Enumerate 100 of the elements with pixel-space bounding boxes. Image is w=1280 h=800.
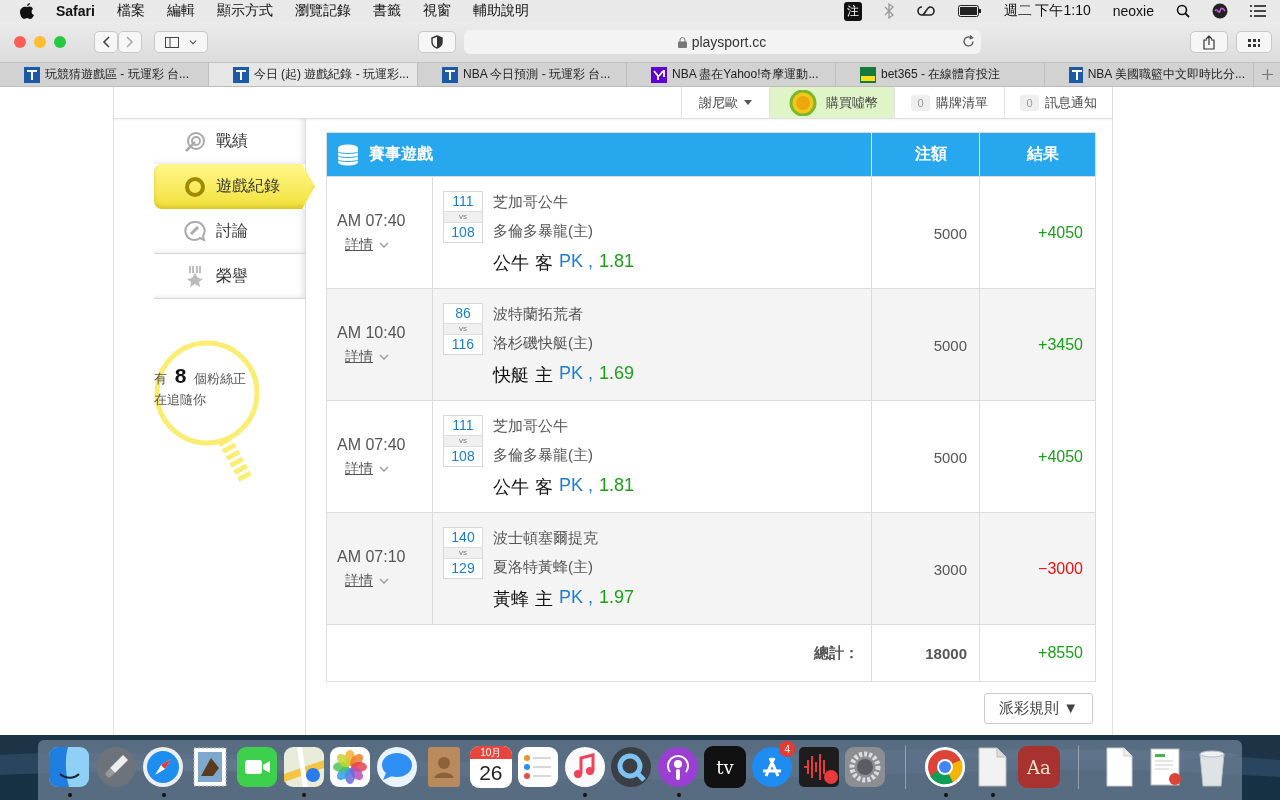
details-link[interactable]: 詳情 bbox=[345, 572, 389, 590]
tab-title: NBA 今日預測 - 玩運彩 台... bbox=[463, 66, 611, 83]
game-time: AM 07:40 bbox=[337, 212, 406, 230]
payout-rules-button[interactable]: 派彩規則 ▼ bbox=[984, 693, 1093, 724]
speech-bubble-icon[interactable] bbox=[376, 746, 419, 788]
pick-side: 客 bbox=[535, 476, 553, 499]
pick-line: PK , bbox=[559, 363, 593, 385]
tab-title: 今日 (起) 遊戲紀錄 - 玩運彩... bbox=[253, 66, 409, 83]
dictionary-button[interactable]: Aa bbox=[1017, 746, 1060, 788]
nav-link-label: 購牌清單 bbox=[935, 93, 988, 112]
menu-item[interactable]: 輔助說明 bbox=[472, 2, 529, 20]
app-store-icon[interactable] bbox=[750, 746, 793, 788]
menu-item[interactable]: 瀏覽記錄 bbox=[294, 2, 351, 20]
sidebar-item[interactable]: 榮譽 bbox=[154, 254, 305, 299]
home-score: 108 bbox=[450, 447, 476, 466]
pick-side: 客 bbox=[535, 252, 553, 275]
home-team: 多倫多暴龍(主) bbox=[493, 222, 593, 241]
pick-team: 公牛 bbox=[493, 252, 529, 275]
chevron-right-icon bbox=[126, 36, 134, 48]
details-link[interactable]: 詳情 bbox=[345, 348, 389, 366]
vs-label: vs bbox=[444, 547, 482, 559]
calendar-button[interactable]: 10月 26 bbox=[469, 746, 512, 788]
away-score: 140 bbox=[450, 528, 476, 547]
grid-icon bbox=[1247, 37, 1261, 47]
chevron-down-icon bbox=[379, 353, 389, 361]
split-square-icon[interactable] bbox=[48, 746, 91, 788]
site-icon bbox=[860, 66, 876, 83]
sidebar-item[interactable]: 討論 bbox=[154, 209, 305, 254]
back-button[interactable] bbox=[94, 31, 118, 53]
tab-overview-button[interactable] bbox=[1236, 31, 1272, 53]
menu-item[interactable]: 視窗 bbox=[422, 2, 451, 20]
chevron-down-icon bbox=[379, 241, 389, 249]
vs-label: vs bbox=[444, 323, 482, 335]
browser-tab[interactable]: 今日 (起) 遊戲紀錄 - 玩運彩... bbox=[209, 63, 418, 86]
away-score: 111 bbox=[451, 192, 475, 211]
share-button[interactable] bbox=[1190, 31, 1228, 53]
nav-link[interactable]: 0 購牌清單 bbox=[894, 87, 1004, 118]
pick-odds: 1.97 bbox=[599, 587, 635, 609]
home-score: 108 bbox=[450, 223, 476, 242]
sidebar-item[interactable]: 戰績 bbox=[154, 119, 305, 164]
nav-link[interactable]: 0 訊息通知 bbox=[1004, 87, 1112, 118]
menu-item[interactable]: 編輯 bbox=[166, 2, 195, 20]
user-menu[interactable]: 謝尼歐 bbox=[681, 87, 769, 118]
address-field[interactable]: playsport.cc bbox=[463, 30, 981, 54]
privacy-button[interactable] bbox=[417, 31, 456, 53]
flower-icon[interactable] bbox=[329, 746, 372, 788]
vs-label: vs bbox=[444, 435, 482, 447]
pick-odds: 1.81 bbox=[599, 475, 635, 497]
sidebar-button[interactable] bbox=[154, 31, 208, 53]
waveform-icon[interactable] bbox=[797, 746, 840, 788]
buy-coins-link[interactable]: 購買噓幣 bbox=[769, 87, 894, 118]
menu-item[interactable]: 檔案 bbox=[116, 2, 145, 20]
pick-team: 快艇 bbox=[493, 364, 529, 387]
compass-icon[interactable] bbox=[142, 746, 185, 788]
color-wheel-icon[interactable] bbox=[924, 746, 967, 788]
orb-icon[interactable] bbox=[1212, 3, 1228, 19]
gear-icon[interactable] bbox=[844, 746, 887, 788]
menu-item[interactable]: 顯示方式 bbox=[216, 2, 273, 20]
battery-icon[interactable] bbox=[957, 5, 982, 17]
details-link[interactable]: 詳情 bbox=[345, 460, 389, 478]
result-amount: +4050 bbox=[1038, 224, 1083, 242]
podcast-icon[interactable] bbox=[657, 746, 700, 788]
user-name[interactable]: neoxie bbox=[1112, 3, 1154, 19]
share-icon bbox=[1203, 34, 1215, 50]
calendar-day: 26 bbox=[469, 759, 512, 786]
input-method-indicator[interactable]: 注 bbox=[843, 1, 862, 21]
stake-amount: 3000 bbox=[933, 560, 967, 578]
video-camera-icon[interactable] bbox=[235, 746, 278, 788]
tv-button[interactable]: tv bbox=[704, 746, 746, 788]
search-icon[interactable] bbox=[1176, 4, 1190, 18]
chevron-down-icon bbox=[379, 577, 389, 585]
pick-odds: 1.81 bbox=[599, 251, 635, 273]
details-link[interactable]: 詳情 bbox=[345, 236, 389, 254]
map-icon[interactable] bbox=[282, 746, 325, 788]
sidebar-item[interactable]: 遊戲紀錄 bbox=[154, 164, 315, 209]
music-note-icon[interactable] bbox=[563, 746, 606, 788]
away-team: 芝加哥公牛 bbox=[493, 193, 569, 212]
pick-odds: 1.69 bbox=[599, 363, 635, 385]
new-tab-icon[interactable] bbox=[1261, 69, 1273, 80]
chevron-down-icon bbox=[379, 465, 389, 473]
column-header: 注額 bbox=[872, 133, 980, 176]
total-label: 總計： bbox=[814, 643, 859, 663]
game-time: AM 07:40 bbox=[337, 436, 406, 454]
sidebar-icon bbox=[165, 36, 179, 48]
target-icon bbox=[184, 130, 206, 153]
clock[interactable]: 週二 下午1:10 bbox=[1003, 2, 1091, 20]
chevron-left-icon bbox=[102, 36, 110, 48]
result-amount: +4050 bbox=[1038, 448, 1083, 466]
away-score: 86 bbox=[454, 304, 472, 323]
pick-side: 主 bbox=[535, 364, 553, 387]
list-icon[interactable] bbox=[1250, 5, 1266, 17]
cloud-loop-icon[interactable] bbox=[915, 4, 936, 18]
menu-item[interactable]: 書籤 bbox=[372, 2, 401, 20]
stake-amount: 5000 bbox=[933, 336, 967, 354]
reload-icon[interactable] bbox=[961, 35, 975, 48]
checklist-icon[interactable] bbox=[516, 746, 559, 788]
nav-link-label: 訊息通知 bbox=[1044, 93, 1097, 112]
site-icon bbox=[651, 66, 667, 83]
app-menu[interactable]: Safari bbox=[56, 3, 95, 19]
apple-icon[interactable] bbox=[20, 3, 34, 19]
